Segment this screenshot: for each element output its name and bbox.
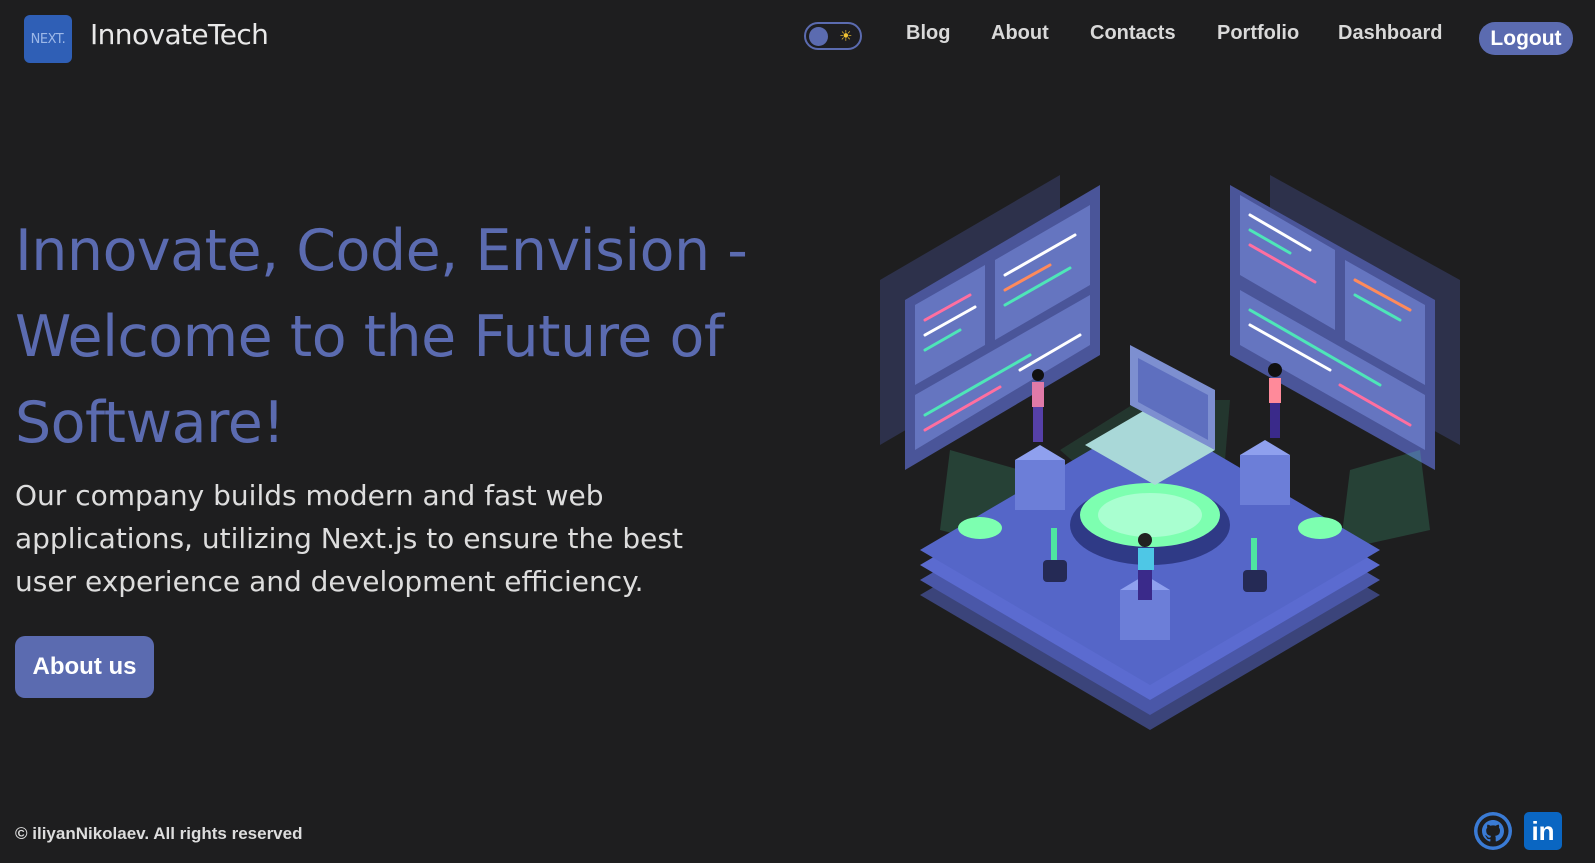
right-screens <box>1230 175 1460 470</box>
brand-name[interactable]: InnovateTech <box>90 18 269 51</box>
sun-icon: ☀ <box>839 27 853 45</box>
logo-text: NEXT. <box>30 31 66 47</box>
logo[interactable]: NEXT. <box>24 15 72 63</box>
linkedin-icon[interactable]: in <box>1523 811 1563 851</box>
hero-title: Innovate, Code, Envision - Welcome to th… <box>15 218 748 456</box>
about-us-button[interactable]: About us <box>15 636 154 698</box>
logout-button[interactable]: Logout <box>1479 22 1573 55</box>
nav-portfolio[interactable]: Portfolio <box>1217 22 1299 45</box>
copyright-text: © iliyanNikolaev. All rights reserved <box>15 824 303 843</box>
toggle-knob <box>809 27 828 46</box>
theme-toggle[interactable]: ☀ <box>804 22 862 50</box>
github-icon[interactable] <box>1473 811 1513 851</box>
nav-about[interactable]: About <box>991 22 1049 45</box>
nav-blog[interactable]: Blog <box>906 22 950 45</box>
hero-illustration <box>880 175 1460 730</box>
linkedin-text: in <box>1524 812 1562 850</box>
nav-dashboard[interactable]: Dashboard <box>1338 22 1442 45</box>
hero-description: Our company builds modern and fast web a… <box>15 479 683 598</box>
left-screens <box>880 175 1100 470</box>
header: NEXT. InnovateTech ☀ Blog About Contacts… <box>0 0 1595 80</box>
nav-contacts[interactable]: Contacts <box>1090 22 1176 45</box>
